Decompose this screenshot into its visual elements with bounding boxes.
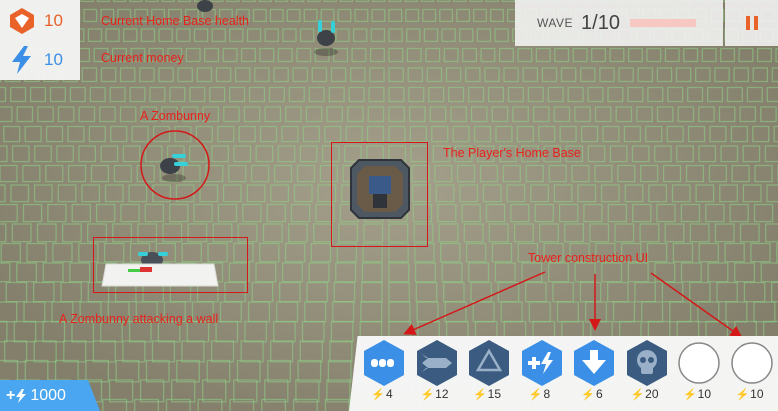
money-value: 10 [44,50,63,69]
tower-cost: ⚡20 [620,387,670,401]
pause-icon [745,16,758,30]
tower-cost-value: 20 [645,387,659,401]
wave-counter: 1/10 [581,11,620,34]
tower-cost-value: 6 [596,387,603,401]
cost-bolt-icon: ⚡ [630,389,645,401]
tower-cost: ⚡10 [725,387,775,401]
tower-cost-value: 10 [750,387,764,401]
tower-button-4[interactable]: ⚡8 [515,338,565,408]
health-value: 10 [44,11,63,30]
tower-cost-value: 4 [386,387,393,401]
arrow-to-last-tower [650,272,743,338]
tower-cost: ⚡4 [357,387,407,401]
pause-button[interactable] [725,0,778,46]
lightning-bolt-icon [6,44,38,76]
annotation-zombunny: A Zombunny [140,109,211,123]
cost-bolt-icon: ⚡ [371,389,385,401]
empty-slot-icon [730,342,773,384]
bank-plus-label: + [6,386,16,404]
annotation-zombunny-wall: A Zombunny attacking a wall [59,312,219,326]
tower-button-8[interactable]: ⚡10 [725,338,775,408]
annotation-home-base: The Player's Home Base [443,146,581,160]
bank-bolt-icon [16,388,27,403]
annotation-health: Current Home Base health [101,14,249,28]
tower-cost: ⚡12 [410,387,460,401]
annotation-tower-ui: Tower construction UI [528,251,649,265]
down-arrow-icon [574,340,614,386]
recycle-icon [469,340,509,386]
tower-cost-value: 15 [487,387,502,401]
plus-bolt-icon [521,340,562,386]
tower-cost: ⚡10 [672,387,722,401]
rocket-icon [416,340,457,386]
tower-cost-value: 8 [543,387,551,401]
cost-bolt-icon: ⚡ [420,389,435,401]
cost-bolt-icon: ⚡ [528,389,543,401]
player-stats-panel: 10 10 [0,0,80,80]
tower-cost: ⚡6 [567,387,617,401]
tower-cost: ⚡8 [515,387,565,401]
cost-bolt-icon: ⚡ [682,389,697,401]
money-stat: 10 [0,42,80,78]
arrow-to-first-tower [403,271,546,335]
skull-icon [626,340,667,386]
tower-construction-bar: ⚡4 ⚡12 ⚡15 ⚡8 ⚡6 ⚡20 ⚡10 ⚡10 [349,336,778,411]
tower-cost: ⚡15 [462,387,512,401]
cost-bolt-icon: ⚡ [472,389,487,401]
tower-button-2[interactable]: ⚡12 [410,338,460,408]
tower-cost-value: 12 [435,387,449,401]
empty-slot-icon [678,342,720,384]
wave-progress-bar [629,19,696,27]
bank-value: 1000 [30,386,66,404]
tower-button-5[interactable]: ⚡6 [567,338,617,408]
tower-cost-value: 10 [697,387,712,401]
tower-button-6[interactable]: ⚡20 [620,338,670,408]
triple-bullet-icon [364,340,404,386]
wave-panel: WAVE 1/10 [515,0,723,46]
base-health-icon [6,5,38,37]
tower-button-1[interactable]: ⚡4 [357,338,407,408]
wave-label: WAVE [537,16,574,30]
bank-resource-panel: + 1000 [0,380,100,411]
health-stat: 10 [0,3,80,39]
tower-button-3[interactable]: ⚡15 [462,338,512,408]
cost-bolt-icon: ⚡ [581,389,595,401]
cost-bolt-icon: ⚡ [735,389,750,401]
annotation-money: Current money [101,51,184,65]
tower-button-7[interactable]: ⚡10 [672,338,722,408]
